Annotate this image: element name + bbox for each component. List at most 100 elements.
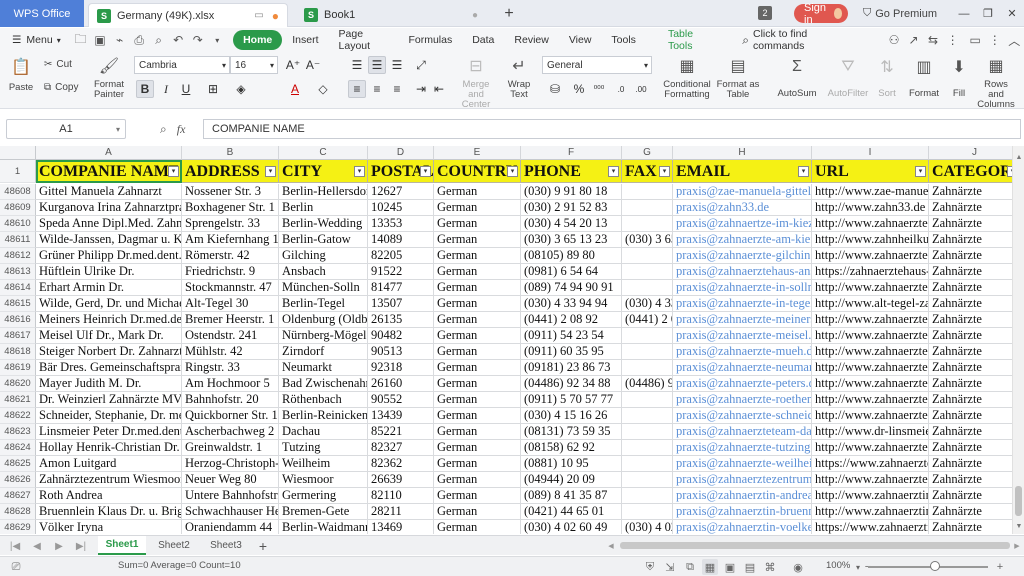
table-cell[interactable]: Am Hochmoor 5 (182, 376, 279, 392)
table-cell[interactable]: Zahnärzte (929, 280, 1012, 296)
table-cell[interactable]: Zahnärzte (929, 200, 1012, 216)
table-cell[interactable]: 92318 (368, 360, 434, 376)
format-button[interactable]: ▥ Format (906, 56, 942, 99)
table-cell[interactable]: Herzog-Christoph-Str. 1 (182, 456, 279, 472)
table-cell[interactable] (622, 216, 673, 232)
window-restore-icon[interactable]: ▭ (254, 10, 263, 21)
table-cell[interactable]: praxis@zahnaerzte-schneider.de (673, 408, 812, 424)
comment-icon[interactable]: ▭ (968, 32, 982, 48)
tab-insert[interactable]: Insert (282, 30, 328, 50)
table-cell[interactable]: (08105) 89 80 (521, 248, 622, 264)
select-all-corner[interactable] (0, 146, 36, 160)
table-cell[interactable]: Kurganova Irina Zahnarztpraxis (36, 200, 182, 216)
table-cell[interactable]: praxis@zahnaerzteteam-dachau.de (673, 424, 812, 440)
sheet-tab-3[interactable]: Sheet3 (202, 536, 250, 555)
table-cell[interactable]: Schwachhauser Heerstr. (182, 504, 279, 520)
merge-center-button[interactable]: ⊟ Merge and Center (454, 56, 498, 110)
table-cell[interactable]: Dachau (279, 424, 368, 440)
fill-button[interactable]: ⬇ Fill (948, 56, 970, 99)
table-cell[interactable]: German (434, 248, 521, 264)
table-cell[interactable]: praxis@zahn33.de (673, 200, 812, 216)
italic-button[interactable]: I (157, 80, 175, 98)
table-cell[interactable]: Ostendstr. 241 (182, 328, 279, 344)
header-cell[interactable]: ADDRESS ▾ (182, 160, 279, 183)
outdent-icon[interactable]: ⇤ (430, 80, 448, 98)
table-cell[interactable]: Erhart Armin Dr. (36, 280, 182, 296)
table-cell[interactable]: Berlin-Reinickendorf (279, 408, 368, 424)
table-cell[interactable]: http://www.zahnaerzte-in-solln.de (812, 280, 929, 296)
zoom-level[interactable]: 100% (826, 560, 850, 571)
table-cell[interactable] (622, 248, 673, 264)
row-header[interactable]: 48615 (0, 296, 36, 312)
table-cell[interactable]: (0881) 10 95 (521, 456, 622, 472)
table-cell[interactable]: 82362 (368, 456, 434, 472)
table-cell[interactable]: 26135 (368, 312, 434, 328)
table-cell[interactable]: Oldenburg (Oldb) (279, 312, 368, 328)
table-cell[interactable]: Stockmannstr. 47 (182, 280, 279, 296)
align-center-icon[interactable]: ≡ (368, 80, 386, 98)
table-cell[interactable]: 12627 (368, 184, 434, 200)
table-cell[interactable]: München-Solln (279, 280, 368, 296)
table-cell[interactable]: Zahnärzte (929, 312, 1012, 328)
table-cell[interactable]: Meiners Heinrich Dr.med.dent. (36, 312, 182, 328)
format-painter-quick-icon[interactable]: ⌁ (113, 32, 127, 48)
table-cell[interactable]: Nossener Str. 3 (182, 184, 279, 200)
table-cell[interactable]: http://www.zahnaerztezentrum-wiesmoor.de (812, 472, 929, 488)
table-cell[interactable]: (030) 3 65 13 23 (521, 232, 622, 248)
table-cell[interactable]: German (434, 456, 521, 472)
table-cell[interactable]: Zahnärzte (929, 184, 1012, 200)
borders-icon[interactable]: ⊞ (204, 80, 222, 98)
table-cell[interactable]: Zahnärztezentrum Wiesmoor (36, 472, 182, 488)
table-cell[interactable]: http://www.zahnaerzte-peters.de (812, 376, 929, 392)
table-cell[interactable]: Dr. Weinzierl Zahnärzte MVZ (36, 392, 182, 408)
formula-input[interactable]: COMPANIE NAME (203, 119, 1021, 139)
table-cell[interactable]: German (434, 408, 521, 424)
table-cell[interactable]: http://www.dr-linsmeier.de (812, 424, 929, 440)
table-cell[interactable]: Berlin-Wedding (279, 216, 368, 232)
table-cell[interactable]: Berlin-Gatow (279, 232, 368, 248)
new-tab-icon[interactable]: + (500, 4, 518, 23)
align-middle-icon[interactable]: ☰ (368, 56, 386, 74)
autosum-button[interactable]: Σ AutoSum (776, 56, 818, 99)
add-sheet-icon[interactable]: + (256, 538, 270, 554)
table-cell[interactable]: http://www.zahnaerzte-meiners.de (812, 312, 929, 328)
table-cell[interactable]: praxis@zahnaerztehaus-ansbach.de (673, 264, 812, 280)
table-cell[interactable]: http://www.zahnaerzte-roethenbach.de (812, 392, 929, 408)
table-cell[interactable]: (0441) 2 08 93 (622, 312, 673, 328)
zoom-slider[interactable] (868, 566, 988, 568)
filter-dropdown-icon[interactable]: ▾ (354, 166, 365, 177)
scroll-up-icon[interactable]: ▲ (1013, 154, 1024, 161)
table-cell[interactable]: Bruennlein Klaus Dr. u. Brigitte (36, 504, 182, 520)
table-cell[interactable]: Zahnärzte (929, 456, 1012, 472)
main-menu-button[interactable]: ☰ Menu ▾ (0, 30, 71, 50)
header-cell[interactable]: COMPANIE NAME ▾ (36, 160, 182, 183)
table-cell[interactable]: (04486) 92 34 88 (521, 376, 622, 392)
align-left-icon[interactable]: ≡ (348, 80, 366, 98)
table-cell[interactable]: German (434, 232, 521, 248)
table-cell[interactable]: German (434, 440, 521, 456)
cut-button[interactable]: ✂ Cut (44, 59, 72, 70)
sign-in-button[interactable]: Sign in (794, 2, 848, 26)
table-cell[interactable]: Zahnärzte (929, 440, 1012, 456)
table-cell[interactable]: (0911) 60 35 95 (521, 344, 622, 360)
table-cell[interactable]: Schneider, Stephanie, Dr. med. (36, 408, 182, 424)
table-cell[interactable]: (0421) 44 65 01 (521, 504, 622, 520)
horizontal-scroll-thumb[interactable] (620, 542, 1010, 549)
table-cell[interactable]: Quickborner Str. 1 (182, 408, 279, 424)
table-cell[interactable]: praxis@zahnaertze-im-kiez.de (673, 216, 812, 232)
column-header[interactable]: I (812, 146, 929, 160)
row-header[interactable]: 48620 (0, 376, 36, 392)
filter-dropdown-icon[interactable]: ▾ (168, 166, 179, 177)
orientation-icon[interactable]: ⤢ (412, 56, 430, 74)
tab-tools[interactable]: Tools (601, 30, 646, 50)
table-cell[interactable]: Zahnärzte (929, 488, 1012, 504)
table-cell[interactable]: Röthenbach (279, 392, 368, 408)
protect-icon[interactable]: ⛨ (642, 559, 658, 575)
table-cell[interactable]: 26160 (368, 376, 434, 392)
table-cell[interactable]: (08158) 62 92 (521, 440, 622, 456)
table-cell[interactable]: Speda Anne Dipl.Med. Zahnärztin (36, 216, 182, 232)
row-header[interactable]: 48628 (0, 504, 36, 520)
table-cell[interactable]: Hollay Henrik-Christian Dr. (36, 440, 182, 456)
table-cell[interactable]: 13439 (368, 408, 434, 424)
more-icon[interactable]: ⋮ (946, 32, 960, 48)
